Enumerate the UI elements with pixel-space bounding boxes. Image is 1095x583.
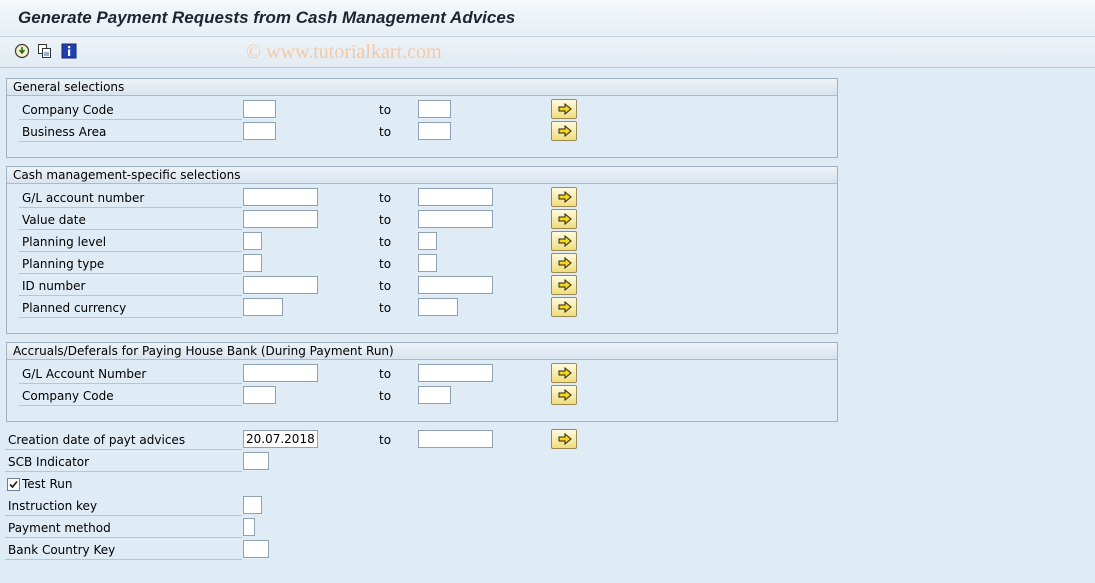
get-variant-icon[interactable] <box>37 43 53 59</box>
creation-date-to-input[interactable] <box>418 430 493 448</box>
planning-level-label: Planning level <box>19 233 242 252</box>
id-number-label: ID number <box>19 277 242 296</box>
accrual-company-code-label: Company Code <box>19 387 242 406</box>
application-toolbar: © www.tutorialkart.com <box>0 37 1095 68</box>
planning-type-from-input[interactable] <box>243 254 262 272</box>
company-code-to-input[interactable] <box>418 100 451 118</box>
payment-method-label: Payment method <box>5 519 242 538</box>
to-label: to <box>379 103 392 117</box>
to-label: to <box>379 125 392 139</box>
to-label: to <box>379 433 392 447</box>
bank-country-key-input[interactable] <box>243 540 269 558</box>
scb-indicator-label: SCB Indicator <box>5 453 242 472</box>
arrow-right-icon <box>558 389 572 401</box>
id-number-multiple-selection-button[interactable] <box>551 275 577 295</box>
creation-date-label: Creation date of payt advices <box>5 431 242 450</box>
planning-level-multiple-selection-button[interactable] <box>551 231 577 251</box>
title-bar: Generate Payment Requests from Cash Mana… <box>0 0 1095 37</box>
planning-type-multiple-selection-button[interactable] <box>551 253 577 273</box>
to-label: to <box>379 367 392 381</box>
instruction-key-input[interactable] <box>243 496 262 514</box>
planned-currency-to-input[interactable] <box>418 298 458 316</box>
arrow-right-icon <box>558 257 572 269</box>
gl-account-number-multiple-selection-button[interactable] <box>551 187 577 207</box>
cash-management-selections-title: Cash management-specific selections <box>7 167 837 184</box>
gl-account-number-from-input[interactable] <box>243 188 318 206</box>
value-date-label: Value date <box>19 211 242 230</box>
company-code-from-input[interactable] <box>243 100 276 118</box>
accrual-gl-account-number-to-input[interactable] <box>418 364 493 382</box>
bank-country-key-label: Bank Country Key <box>5 541 242 560</box>
accrual-company-code-from-input[interactable] <box>243 386 276 404</box>
value-date-to-input[interactable] <box>418 210 493 228</box>
value-date-from-input[interactable] <box>243 210 318 228</box>
planning-type-label: Planning type <box>19 255 242 274</box>
instruction-key-label: Instruction key <box>5 497 242 516</box>
to-label: to <box>379 257 392 271</box>
creation-date-multiple-selection-button[interactable] <box>551 429 577 449</box>
arrow-right-icon <box>558 191 572 203</box>
planning-level-to-input[interactable] <box>418 232 437 250</box>
planning-level-from-input[interactable] <box>243 232 262 250</box>
accrual-gl-account-number-multiple-selection-button[interactable] <box>551 363 577 383</box>
to-label: to <box>379 389 392 403</box>
arrow-right-icon <box>558 433 572 445</box>
arrow-right-icon <box>558 301 572 313</box>
gl-account-number-to-input[interactable] <box>418 188 493 206</box>
business-area-multiple-selection-button[interactable] <box>551 121 577 141</box>
business-area-to-input[interactable] <box>418 122 451 140</box>
arrow-right-icon <box>558 103 572 115</box>
planned-currency-from-input[interactable] <box>243 298 283 316</box>
company-code-label: Company Code <box>19 101 242 120</box>
business-area-from-input[interactable] <box>243 122 276 140</box>
accrual-gl-account-number-label: G/L Account Number <box>19 365 242 384</box>
arrow-right-icon <box>558 125 572 137</box>
test-run-checkbox[interactable] <box>7 478 20 491</box>
watermark-text: © www.tutorialkart.com <box>246 41 442 63</box>
selection-screen: General selections Company Code to Busin… <box>0 68 1095 583</box>
to-label: to <box>379 235 392 249</box>
to-label: to <box>379 213 392 227</box>
accrual-company-code-to-input[interactable] <box>418 386 451 404</box>
accruals-deferals-title: Accruals/Deferals for Paying House Bank … <box>7 343 837 360</box>
gl-account-number-label: G/L account number <box>19 189 242 208</box>
payment-method-input[interactable] <box>243 518 255 536</box>
arrow-right-icon <box>558 235 572 247</box>
planned-currency-multiple-selection-button[interactable] <box>551 297 577 317</box>
to-label: to <box>379 191 392 205</box>
value-date-multiple-selection-button[interactable] <box>551 209 577 229</box>
scb-indicator-input[interactable] <box>243 452 269 470</box>
to-label: to <box>379 279 392 293</box>
execute-icon[interactable] <box>14 43 30 59</box>
test-run-label: Test Run <box>22 477 73 491</box>
page-title: Generate Payment Requests from Cash Mana… <box>18 8 516 27</box>
accrual-company-code-multiple-selection-button[interactable] <box>551 385 577 405</box>
to-label: to <box>379 301 392 315</box>
general-selections-title: General selections <box>7 79 837 96</box>
planned-currency-label: Planned currency <box>19 299 242 318</box>
info-icon[interactable] <box>61 43 77 59</box>
checkmark-icon <box>9 480 18 489</box>
company-code-multiple-selection-button[interactable] <box>551 99 577 119</box>
id-number-to-input[interactable] <box>418 276 493 294</box>
planning-type-to-input[interactable] <box>418 254 437 272</box>
id-number-from-input[interactable] <box>243 276 318 294</box>
business-area-label: Business Area <box>19 123 242 142</box>
arrow-right-icon <box>558 213 572 225</box>
arrow-right-icon <box>558 367 572 379</box>
creation-date-from-input[interactable] <box>243 430 318 448</box>
accrual-gl-account-number-from-input[interactable] <box>243 364 318 382</box>
arrow-right-icon <box>558 279 572 291</box>
